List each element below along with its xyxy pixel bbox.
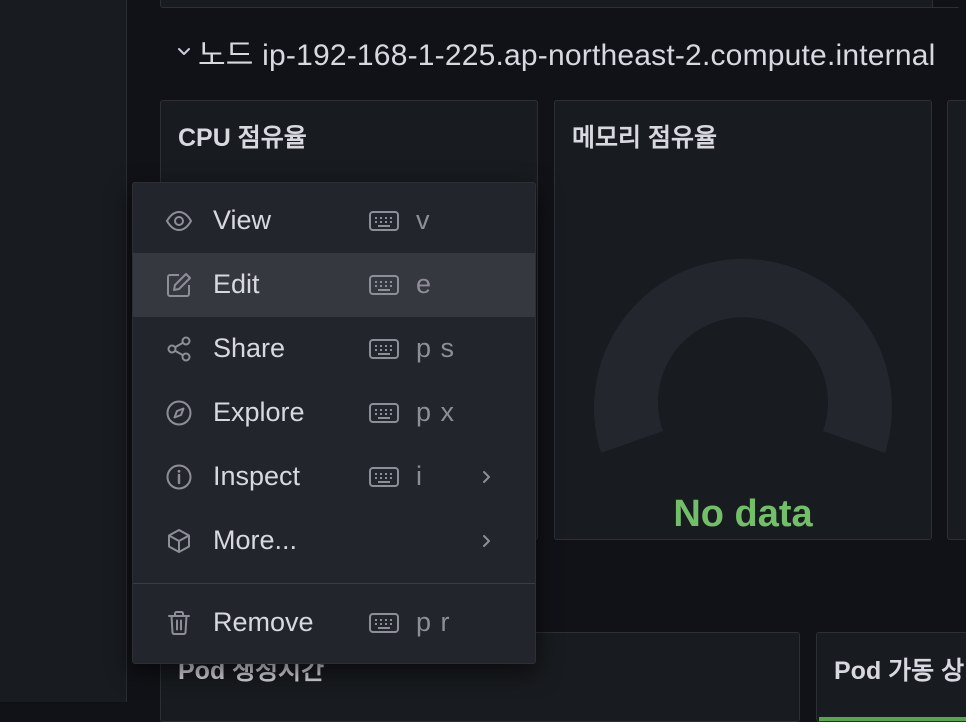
keyboard-icon xyxy=(369,402,399,424)
keyboard-icon xyxy=(369,612,399,634)
shortcut-key: p x xyxy=(416,397,456,427)
panel-title[interactable]: Pod 가동 상 xyxy=(834,651,964,687)
menu-item-label: More... xyxy=(213,525,298,555)
panel-title[interactable]: CPU 점유율 xyxy=(178,118,307,154)
no-data-text: No data xyxy=(673,493,813,535)
menu-item-label: Inspect xyxy=(213,461,301,491)
menu-divider xyxy=(133,583,535,584)
panel-pod-status[interactable]: Pod 가동 상 xyxy=(816,632,966,722)
menu-item-label: Remove xyxy=(213,607,314,637)
panel-partial-right xyxy=(947,100,966,540)
menu-item-edit[interactable]: Edit e xyxy=(133,253,535,317)
shortcut-key: e xyxy=(416,269,433,299)
shortcut-key: v xyxy=(416,205,431,235)
menu-item-remove[interactable]: Remove p r xyxy=(133,591,535,655)
info-icon xyxy=(165,463,193,491)
panel-gap xyxy=(932,0,961,7)
keyboard-icon xyxy=(369,274,399,296)
status-bar xyxy=(819,717,966,721)
chevron-right-icon xyxy=(479,531,495,551)
compass-icon xyxy=(165,399,193,427)
cube-icon xyxy=(165,527,193,555)
gauge-chart xyxy=(594,258,892,453)
shortcut-key: p r xyxy=(416,607,451,637)
chevron-right-icon xyxy=(479,467,495,487)
gauge-track xyxy=(594,258,892,453)
share-icon xyxy=(165,335,193,363)
chevron-down-icon[interactable] xyxy=(176,44,192,60)
eye-icon xyxy=(165,207,193,235)
row-header[interactable]: 노드 ip-192-168-1-225.ap-northeast-2.compu… xyxy=(176,32,935,72)
menu-item-label: Share xyxy=(213,333,286,363)
shortcut-key: i xyxy=(416,461,423,491)
row-title: 노드 ip-192-168-1-225.ap-northeast-2.compu… xyxy=(198,39,936,72)
menu-item-explore[interactable]: Explore p x xyxy=(133,381,535,445)
menu-item-label: Edit xyxy=(213,269,260,299)
menu-item-label: Explore xyxy=(213,397,305,427)
panel-above xyxy=(160,0,961,8)
edit-icon xyxy=(165,271,193,299)
keyboard-icon xyxy=(369,338,399,360)
shortcut-key: p s xyxy=(416,333,456,363)
panel-memory-usage[interactable]: 메모리 점유율 No data xyxy=(554,100,932,540)
menu-item-label: View xyxy=(213,205,272,235)
menu-item-view[interactable]: View v xyxy=(133,189,535,253)
keyboard-icon xyxy=(369,466,399,488)
menu-item-more[interactable]: More... xyxy=(133,509,535,573)
menu-item-inspect[interactable]: Inspect i xyxy=(133,445,535,509)
menu-item-share[interactable]: Share p s xyxy=(133,317,535,381)
keyboard-icon xyxy=(369,210,399,232)
left-sidebar xyxy=(0,0,127,702)
panel-context-menu: View v Edit e Share p s Explore p x Insp… xyxy=(132,182,536,664)
trash-icon xyxy=(165,609,193,637)
